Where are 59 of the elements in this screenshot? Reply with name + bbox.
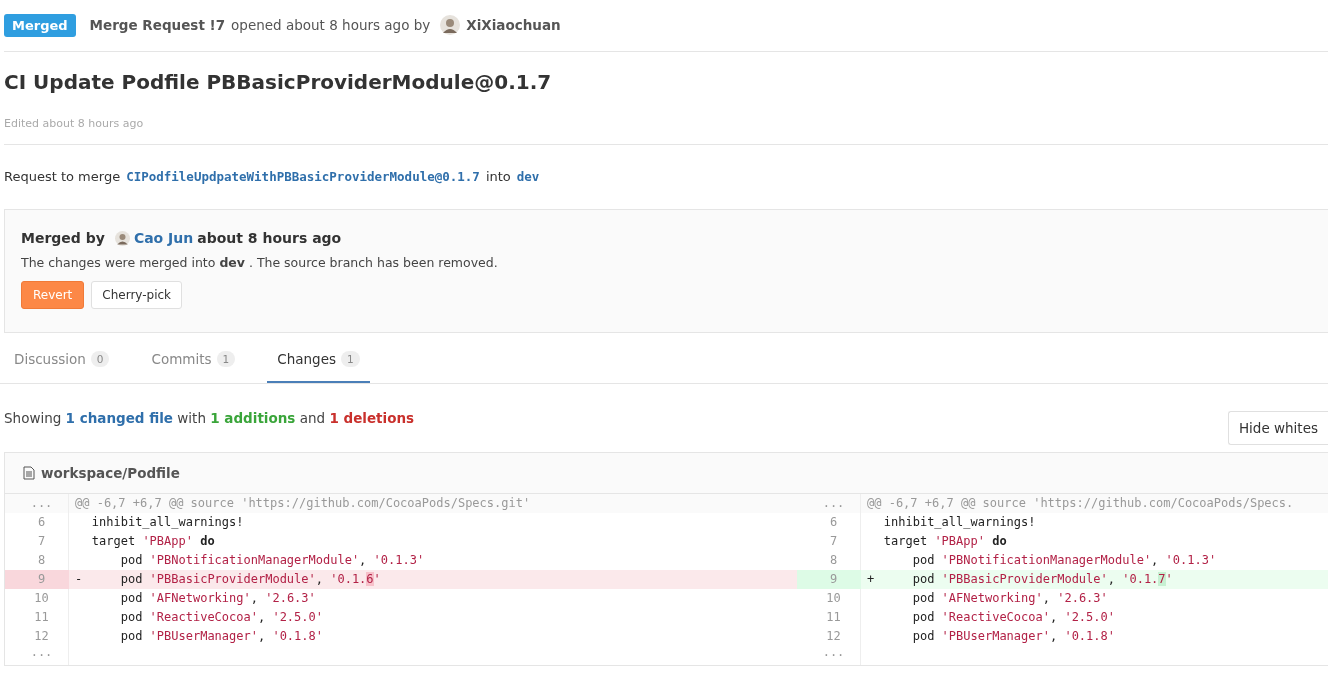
hunk-header: @@ -6,7 +6,7 @@ source 'https://github.com/CocoaPods/Specs. [867, 496, 1294, 510]
line-number: 10 [797, 589, 861, 608]
target-branch-link[interactable]: dev [516, 169, 540, 184]
request-text: Request to merge [4, 169, 121, 184]
code-line: - pod 'PBBasicProviderModule', '0.1.6' [75, 572, 381, 586]
merge-request-reference: Merge Request !7 [89, 17, 226, 33]
author-link[interactable]: XiXiaochuan [466, 17, 561, 33]
code-line: pod 'PBNotificationManagerModule', '0.1.3' [119, 553, 425, 567]
line-number[interactable]: ... [5, 646, 69, 665]
edited-time: Edited about 8 hours ago [4, 117, 145, 130]
code-line: target 'PBApp' do [90, 534, 215, 548]
line-number: 7 [797, 532, 861, 551]
merge-message: The changes were merged into dev . The source branch has been removed. [21, 255, 499, 270]
file-icon [23, 466, 35, 480]
line-number: 6 [797, 513, 861, 532]
code-line: inhibit_all_warnings! [90, 515, 244, 529]
merged-by-label: Merged by [21, 230, 105, 246]
code-line: pod 'PBNotificationManagerModule', '0.1.3' [911, 553, 1217, 567]
count-badge: 1 [216, 351, 236, 367]
line-number: 12 [5, 627, 69, 646]
code-line: pod 'ReactiveCocoa', '2.5.0' [911, 610, 1115, 624]
hide-whitespace-button[interactable]: Hide whites [1227, 411, 1328, 445]
source-branch-link[interactable]: CIPodfileUpdpateWithPBBasicProviderModule@0.1.7 [126, 169, 480, 184]
code-line: pod 'PBUserManager', '0.1.8' [119, 629, 323, 643]
tab[interactable]: Commits 1 [141, 333, 246, 383]
code-line: pod 'AFNetworking', '2.6.3' [911, 591, 1108, 605]
user-link[interactable]: Cao Jun [133, 230, 194, 246]
tab[interactable]: Changes 1 [267, 333, 370, 383]
avatar-icon [440, 15, 461, 35]
line-number: 10 [5, 589, 69, 608]
line-number: 12 [797, 627, 861, 646]
line-number: 9 [5, 570, 69, 589]
merge-request-title: CI Update Podfile PBBasicProviderModule@0.1.7 [4, 70, 553, 94]
line-number[interactable]: ... [797, 494, 861, 513]
code-line: + pod 'PBBasicProviderModule', '0.1.7' [867, 572, 1173, 586]
opened-text: opened about 8 hours ago by [231, 17, 431, 33]
code-line: target 'PBApp' do [882, 534, 1007, 548]
line-number: 11 [797, 608, 861, 627]
merge-time: about 8 hours ago [197, 230, 342, 246]
cherry-pick-button[interactable]: Cherry-pick [91, 281, 183, 309]
code-line: pod 'ReactiveCocoa', '2.5.0' [119, 610, 323, 624]
request-text: into [485, 169, 511, 184]
code-line: pod 'AFNetworking', '2.6.3' [119, 591, 316, 605]
count-badge: 1 [341, 351, 360, 367]
changes-summary: Showing 1 changed file with 1 additions and 1 deletions [4, 410, 415, 426]
line-number: 6 [5, 513, 69, 532]
line-number: 7 [5, 532, 69, 551]
code-line: inhibit_all_warnings! [882, 515, 1036, 529]
status-badge: Merged [4, 13, 76, 37]
file-path: workspace/Podfile [41, 465, 180, 481]
count-badge: 0 [90, 351, 110, 367]
line-number[interactable]: ... [797, 646, 861, 665]
line-number[interactable]: ... [5, 494, 69, 513]
line-number: 11 [5, 608, 69, 627]
hunk-header: @@ -6,7 +6,7 @@ source 'https://github.com/CocoaPods/Specs.git' [75, 496, 531, 510]
avatar-icon [114, 230, 130, 246]
tab[interactable]: Discussion 0 [4, 333, 120, 383]
code-line: pod 'PBUserManager', '0.1.8' [911, 629, 1115, 643]
line-number: 9 [797, 570, 861, 589]
